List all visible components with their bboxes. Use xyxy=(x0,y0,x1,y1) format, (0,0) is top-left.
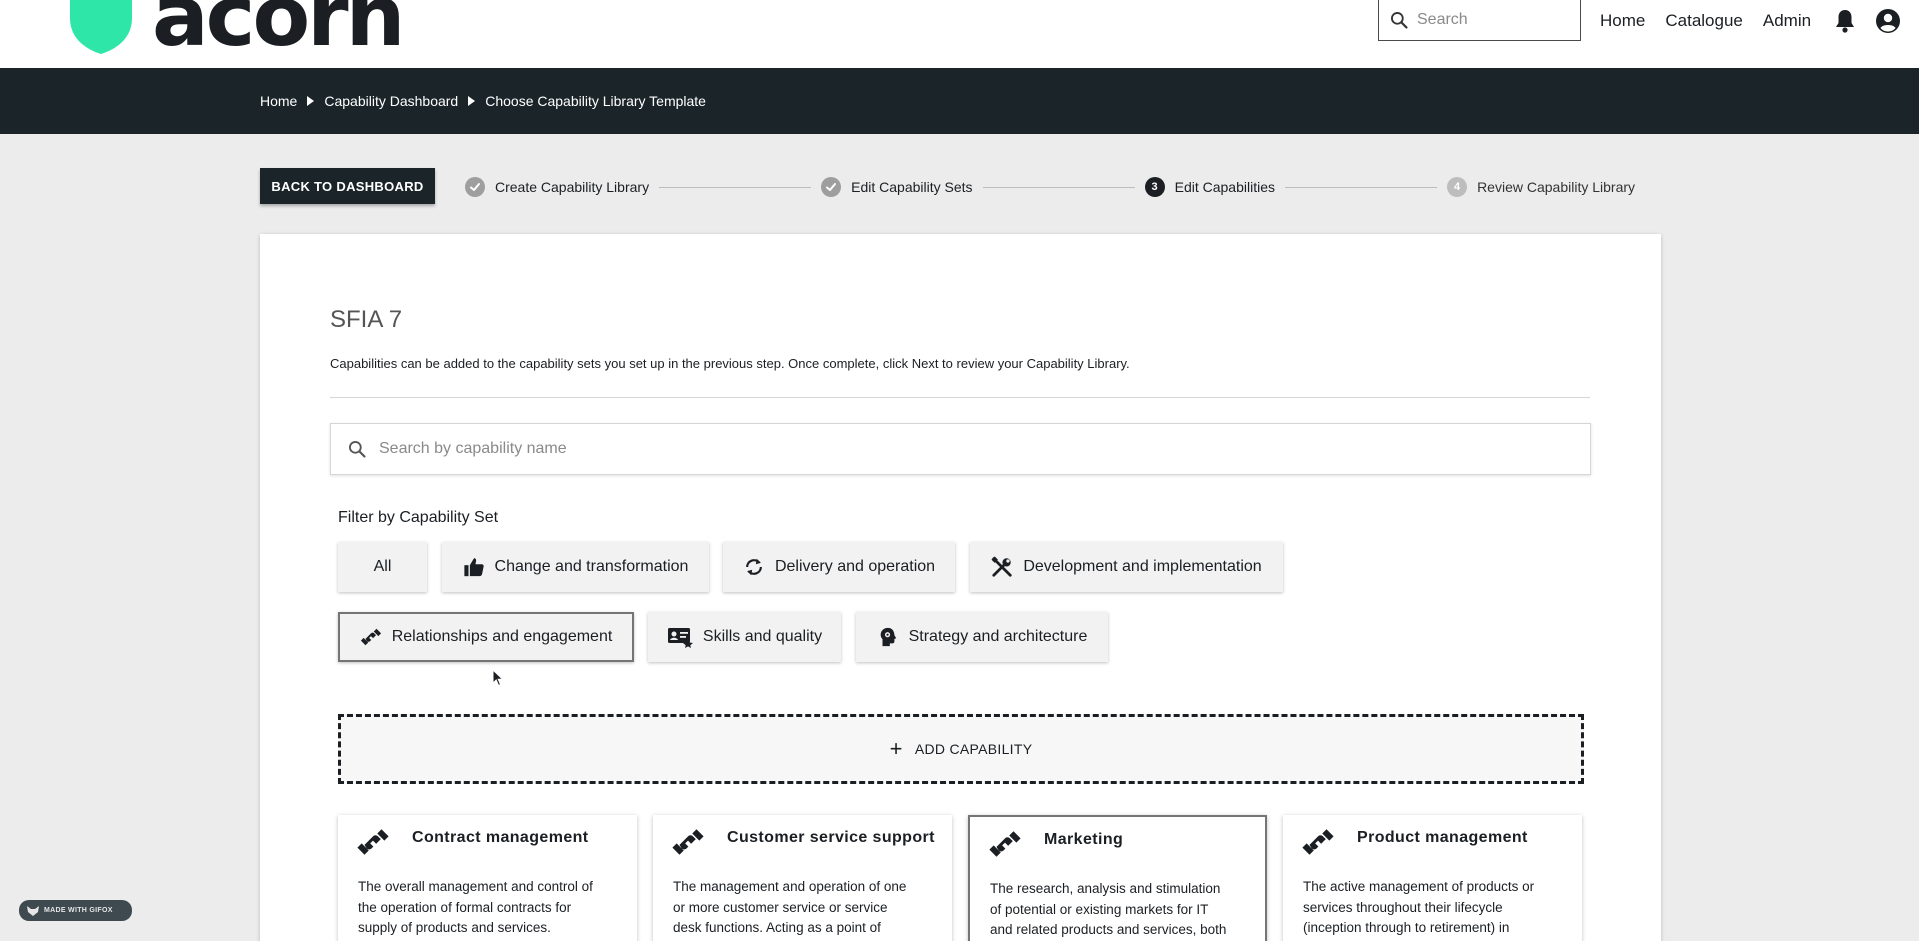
filter-relationships-and-engagement[interactable]: Relationships and engagement xyxy=(338,612,634,662)
filter-skills-and-quality[interactable]: Skills and quality xyxy=(648,612,841,662)
filter-all[interactable]: All xyxy=(338,542,427,592)
breadcrumb: Home Capability Dashboard Choose Capabil… xyxy=(0,68,1919,134)
nav-home[interactable]: Home xyxy=(1600,11,1645,31)
step-connector xyxy=(1285,186,1438,188)
tools-icon xyxy=(991,556,1012,577)
capability-card-customer-service-support[interactable]: Customer service support The management … xyxy=(653,815,952,941)
back-to-dashboard-button[interactable]: BACK TO DASHBOARD xyxy=(260,168,435,204)
search-icon xyxy=(349,441,366,458)
filter-label-text: Relationships and engagement xyxy=(391,628,613,645)
page-description: Capabilities can be added to the capabil… xyxy=(330,356,1130,371)
capability-card-contract-management[interactable]: Contract management The overall manageme… xyxy=(338,815,637,941)
handshake-icon xyxy=(989,831,1021,857)
divider xyxy=(330,397,1590,398)
capability-description: The active management of products or ser… xyxy=(1303,877,1565,939)
step-edit-capabilities[interactable]: 3 Edit Capabilities xyxy=(1144,177,1275,197)
description-line: or more customer service or service xyxy=(673,899,888,915)
nav-admin[interactable]: Admin xyxy=(1763,11,1811,31)
capability-search[interactable] xyxy=(330,423,1591,475)
breadcrumb-capability-dashboard[interactable]: Capability Dashboard xyxy=(324,93,458,109)
filter-label-text: All xyxy=(373,558,392,575)
capability-card-product-management[interactable]: Product management The active management… xyxy=(1283,815,1582,941)
description-line: The management and operation of one xyxy=(673,879,907,894)
nav-catalogue[interactable]: Catalogue xyxy=(1665,11,1743,31)
gifox-badge: MADE WITH GIFOX xyxy=(19,900,132,921)
capability-name: Product management xyxy=(1357,829,1528,846)
step-connector xyxy=(982,186,1135,188)
gifox-text: MADE WITH GIFOX xyxy=(44,907,113,914)
description-line: of potential or existing markets for IT xyxy=(990,901,1209,917)
description-line: The overall management and control of xyxy=(358,879,593,894)
handshake-icon xyxy=(357,829,389,855)
breadcrumb-arrow-icon xyxy=(468,96,476,106)
capability-name: Customer service support xyxy=(727,829,935,846)
id-card-icon xyxy=(667,628,693,648)
description-line: and related products and services, both xyxy=(990,922,1227,937)
capability-card-marketing[interactable]: Marketing The research, analysis and sti… xyxy=(968,815,1267,941)
step-create-capability-library[interactable]: Create Capability Library xyxy=(465,177,649,197)
acorn-logo-icon xyxy=(70,0,132,54)
capability-name: Contract management xyxy=(412,829,589,846)
step-number: 4 xyxy=(1447,177,1468,197)
search-icon xyxy=(1391,12,1408,29)
description-line: the operation of formal contracts for xyxy=(358,899,572,915)
add-capability-label: ADD CAPABILITY xyxy=(914,741,1033,757)
description-line: (inception through to retirement) in xyxy=(1303,920,1510,935)
plus-icon: + xyxy=(889,736,903,761)
sync-icon xyxy=(745,558,762,576)
step-label: Edit Capabilities xyxy=(1174,179,1275,195)
handshake-icon xyxy=(672,829,704,855)
add-capability-button[interactable]: + ADD CAPABILITY xyxy=(338,714,1584,784)
filter-strategy-and-architecture[interactable]: Strategy and architecture xyxy=(856,612,1108,662)
breadcrumb-current: Choose Capability Library Template xyxy=(485,93,706,109)
breadcrumb-home[interactable]: Home xyxy=(260,93,297,109)
description-line: supply of products and services. xyxy=(358,920,551,935)
check-icon xyxy=(821,177,842,197)
capability-description: The management and operation of one or m… xyxy=(673,877,935,939)
main-card: SFIA 7 Capabilities can be added to the … xyxy=(260,234,1661,941)
fox-icon xyxy=(27,905,39,916)
step-label: Review Capability Library xyxy=(1477,179,1636,195)
capability-description: The research, analysis and stimulation o… xyxy=(990,879,1252,941)
account-icon[interactable] xyxy=(1875,8,1901,34)
top-nav: Home Catalogue Admin xyxy=(1600,8,1901,34)
description-line: The active management of products or xyxy=(1303,879,1535,894)
description-line: desk functions. Acting as a point of xyxy=(673,920,881,935)
step-review-capability-library[interactable]: 4 Review Capability Library xyxy=(1447,177,1635,197)
capability-search-input[interactable] xyxy=(379,440,1529,458)
capability-name: Marketing xyxy=(1044,831,1124,848)
filter-label-text: Strategy and architecture xyxy=(908,628,1088,645)
check-icon xyxy=(465,177,485,197)
mouse-cursor-icon xyxy=(492,669,504,687)
step-label: Create Capability Library xyxy=(495,179,650,195)
head-idea-icon xyxy=(880,627,896,647)
description-line: The research, analysis and stimulation xyxy=(990,881,1221,896)
logo-text: acorn xyxy=(152,0,405,65)
bell-icon[interactable] xyxy=(1833,8,1857,34)
thumbs-up-icon xyxy=(463,558,484,577)
step-edit-capability-sets[interactable]: Edit Capability Sets xyxy=(821,177,973,197)
breadcrumb-arrow-icon xyxy=(307,96,315,106)
progress-stepper: Create Capability Library Edit Capabilit… xyxy=(465,176,1635,198)
filter-development-and-implementation[interactable]: Development and implementation xyxy=(970,542,1283,592)
global-search-input[interactable] xyxy=(1417,11,1567,29)
handshake-icon xyxy=(360,628,381,646)
logo[interactable]: acorn xyxy=(70,0,405,65)
filter-label-text: Skills and quality xyxy=(702,628,823,645)
global-search[interactable] xyxy=(1378,0,1581,41)
top-header: acorn Home Catalogue Admin xyxy=(0,0,1919,68)
filter-delivery-and-operation[interactable]: Delivery and operation xyxy=(723,542,955,592)
step-label: Edit Capability Sets xyxy=(851,179,973,195)
description-line: services throughout their lifecycle xyxy=(1303,899,1503,915)
filter-label: Filter by Capability Set xyxy=(338,509,499,526)
capability-description: The overall management and control of th… xyxy=(358,877,620,939)
filter-change-and-transformation[interactable]: Change and transformation xyxy=(442,542,709,592)
filter-label-text: Development and implementation xyxy=(1023,558,1262,575)
step-connector xyxy=(659,186,812,188)
page-title: SFIA 7 xyxy=(330,306,403,333)
filter-label-text: Delivery and operation xyxy=(774,558,936,575)
step-number: 3 xyxy=(1144,177,1165,197)
filter-label-text: Change and transformation xyxy=(494,558,689,575)
handshake-icon xyxy=(1302,829,1334,855)
